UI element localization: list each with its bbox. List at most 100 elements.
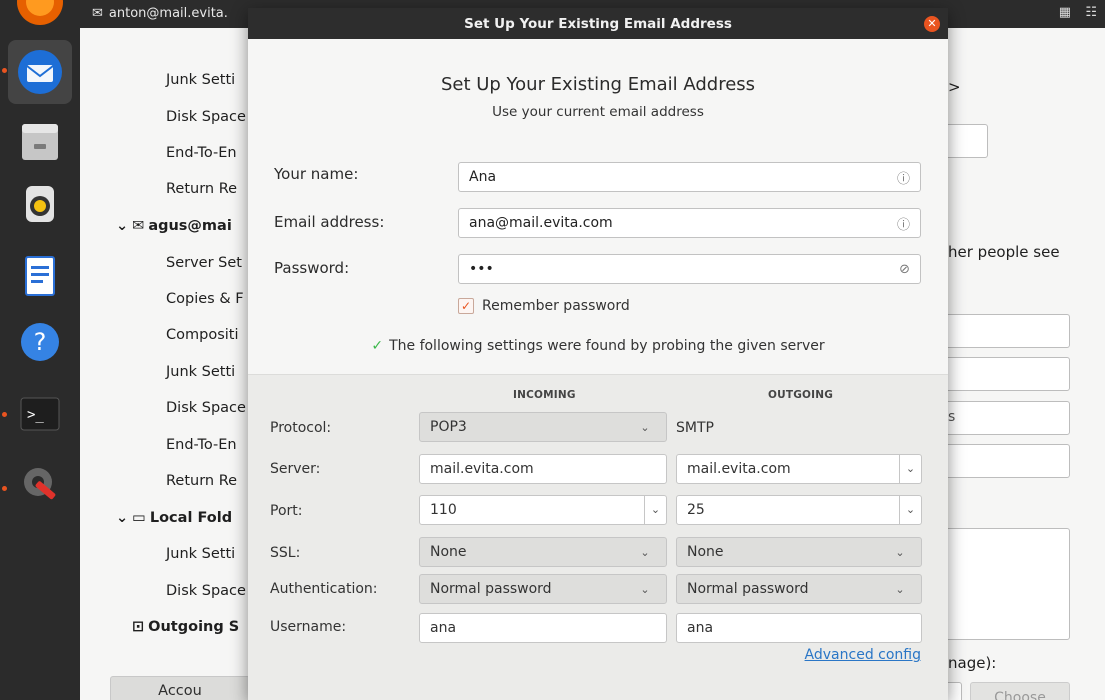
outgoing-username-value: ana: [687, 620, 714, 636]
files-icon[interactable]: [8, 110, 72, 174]
outgoing-ssl-value: None: [687, 544, 724, 560]
remember-password-checkbox[interactable]: ✓ Remember password: [458, 298, 630, 314]
info-icon[interactable]: ⓘ: [897, 168, 910, 187]
settings-tools-icon[interactable]: [8, 452, 72, 516]
password-label: Password:: [274, 259, 350, 277]
remember-label: Remember password: [482, 298, 630, 314]
outgoing-username-input[interactable]: ana: [676, 613, 922, 643]
tree-server-settings[interactable]: Server Set: [166, 255, 242, 271]
tree-disk-space[interactable]: Disk Space: [166, 400, 246, 416]
checkbox-checked-icon: ✓: [458, 298, 474, 314]
terminal-icon[interactable]: >_: [8, 382, 72, 446]
tree-return-receipts[interactable]: Return Re: [166, 181, 237, 197]
chevron-down-icon: ⌄: [116, 510, 129, 526]
outgoing-server-select[interactable]: mail.evita.com ⌄: [676, 454, 922, 484]
calendar-icon[interactable]: ▦: [1059, 5, 1071, 20]
outgoing-port-value: 25: [687, 502, 705, 518]
info-icon[interactable]: ⓘ: [897, 214, 910, 233]
chevron-down-icon: ⌄: [640, 420, 650, 434]
close-button[interactable]: ✕: [924, 16, 940, 32]
tree-junk-settings[interactable]: Junk Setti: [166, 546, 235, 562]
tree-account-agus[interactable]: ⌄ ✉ agus@mai: [116, 218, 232, 234]
dialog-titlebar: Set Up Your Existing Email Address ✕: [248, 8, 948, 39]
tree-disk-space[interactable]: Disk Space: [166, 109, 246, 125]
tasks-icon[interactable]: ☷: [1085, 5, 1097, 20]
tree-local-folders[interactable]: ⌄ ▭ Local Fold: [116, 510, 232, 526]
name-label: Your name:: [274, 165, 359, 183]
email-value: ana@mail.evita.com: [469, 215, 613, 231]
incoming-auth-select[interactable]: Normal password ⌄: [419, 574, 667, 604]
name-field[interactable]: Ana ⓘ: [458, 162, 921, 192]
firefox-icon[interactable]: [8, 0, 72, 34]
chevron-down-icon: ⌄: [895, 545, 905, 559]
tree-outgoing-server[interactable]: ⊡ Outgoing S: [132, 619, 239, 635]
chevron-down-icon: ⌄: [895, 582, 905, 596]
tree-disk-space[interactable]: Disk Space: [166, 583, 246, 599]
tree-return-receipts[interactable]: Return Re: [166, 473, 237, 489]
dialog-heading: Set Up Your Existing Email Address: [440, 74, 756, 95]
email-field[interactable]: ana@mail.evita.com ⓘ: [458, 208, 921, 238]
incoming-username-value: ana: [430, 620, 457, 636]
server-settings-panel: INCOMING OUTGOING Protocol: POP3 ⌄ SMTP …: [248, 374, 948, 700]
outgoing-auth-select[interactable]: Normal password ⌄: [676, 574, 922, 604]
incoming-ssl-value: None: [430, 544, 467, 560]
chevron-down-icon: ⌄: [640, 582, 650, 596]
rhythmbox-icon[interactable]: [8, 172, 72, 236]
chevron-down-icon[interactable]: ⌄: [644, 496, 666, 524]
bg-input[interactable]: [940, 357, 1070, 391]
bg-image-text: nage):: [948, 654, 997, 672]
bg-input[interactable]: [940, 444, 1070, 478]
writer-icon[interactable]: [8, 244, 72, 308]
account-tab[interactable]: ✉ anton@mail.evita.: [92, 6, 228, 21]
svg-text:>_: >_: [27, 407, 44, 423]
probe-result-text: The following settings were found by pro…: [389, 338, 825, 354]
outgoing-port-select[interactable]: 25 ⌄: [676, 495, 922, 525]
dialog-title: Set Up Your Existing Email Address: [464, 15, 732, 32]
tree-junk-settings[interactable]: Junk Setti: [166, 72, 235, 88]
eye-off-icon[interactable]: ⊘: [899, 262, 910, 277]
server-label: Server:: [270, 461, 321, 477]
envelope-icon: ✉: [132, 218, 145, 234]
tree-end-to-end[interactable]: End-To-En: [166, 145, 237, 161]
incoming-port-select[interactable]: 110 ⌄: [419, 495, 667, 525]
incoming-username-input[interactable]: ana: [419, 613, 667, 643]
tree-end-to-end[interactable]: End-To-En: [166, 437, 237, 453]
bg-s-fragment: s: [948, 409, 956, 425]
envelope-icon: ✉: [92, 6, 103, 21]
chevron-down-icon[interactable]: ⌄: [899, 496, 921, 524]
protocol-label: Protocol:: [270, 420, 332, 436]
running-indicator: [2, 486, 7, 491]
bg-input[interactable]: [940, 401, 1070, 435]
folder-icon: ▭: [132, 510, 146, 526]
incoming-port-value: 110: [430, 502, 457, 518]
advanced-config-link[interactable]: Advanced config: [805, 647, 921, 663]
outgoing-protocol: SMTP: [676, 420, 714, 436]
outgoing-server-icon: ⊡: [132, 619, 145, 635]
tree-copies-folders[interactable]: Copies & F: [166, 291, 244, 307]
setup-email-dialog: Set Up Your Existing Email Address ✕ Set…: [248, 8, 948, 700]
chevron-down-icon[interactable]: ⌄: [899, 455, 921, 483]
password-value: •••: [469, 261, 494, 277]
thunderbird-icon[interactable]: [8, 40, 72, 104]
password-field[interactable]: ••• ⊘: [458, 254, 921, 284]
outgoing-ssl-select[interactable]: None ⌄: [676, 537, 922, 567]
tree-composition[interactable]: Compositi: [166, 327, 239, 343]
account-actions-button[interactable]: Accou: [110, 676, 250, 700]
email-label: Email address:: [274, 213, 385, 231]
protocol-select[interactable]: POP3 ⌄: [419, 412, 667, 442]
choose-button[interactable]: Choose: [970, 682, 1070, 700]
checkmark-icon: ✓: [371, 338, 384, 354]
incoming-server-value: mail.evita.com: [430, 461, 534, 477]
dialog-subheading: Use your current email address: [492, 104, 704, 120]
tree-junk-settings[interactable]: Junk Setti: [166, 364, 235, 380]
incoming-auth-value: Normal password: [430, 581, 552, 597]
bg-textarea[interactable]: [940, 528, 1070, 640]
incoming-header: INCOMING: [513, 389, 576, 401]
chevron-down-icon: ⌄: [116, 218, 129, 234]
help-icon[interactable]: ?: [8, 310, 72, 374]
incoming-ssl-select[interactable]: None ⌄: [419, 537, 667, 567]
port-label: Port:: [270, 503, 303, 519]
bg-input[interactable]: [940, 314, 1070, 348]
incoming-server-input[interactable]: mail.evita.com: [419, 454, 667, 484]
outgoing-auth-value: Normal password: [687, 581, 809, 597]
